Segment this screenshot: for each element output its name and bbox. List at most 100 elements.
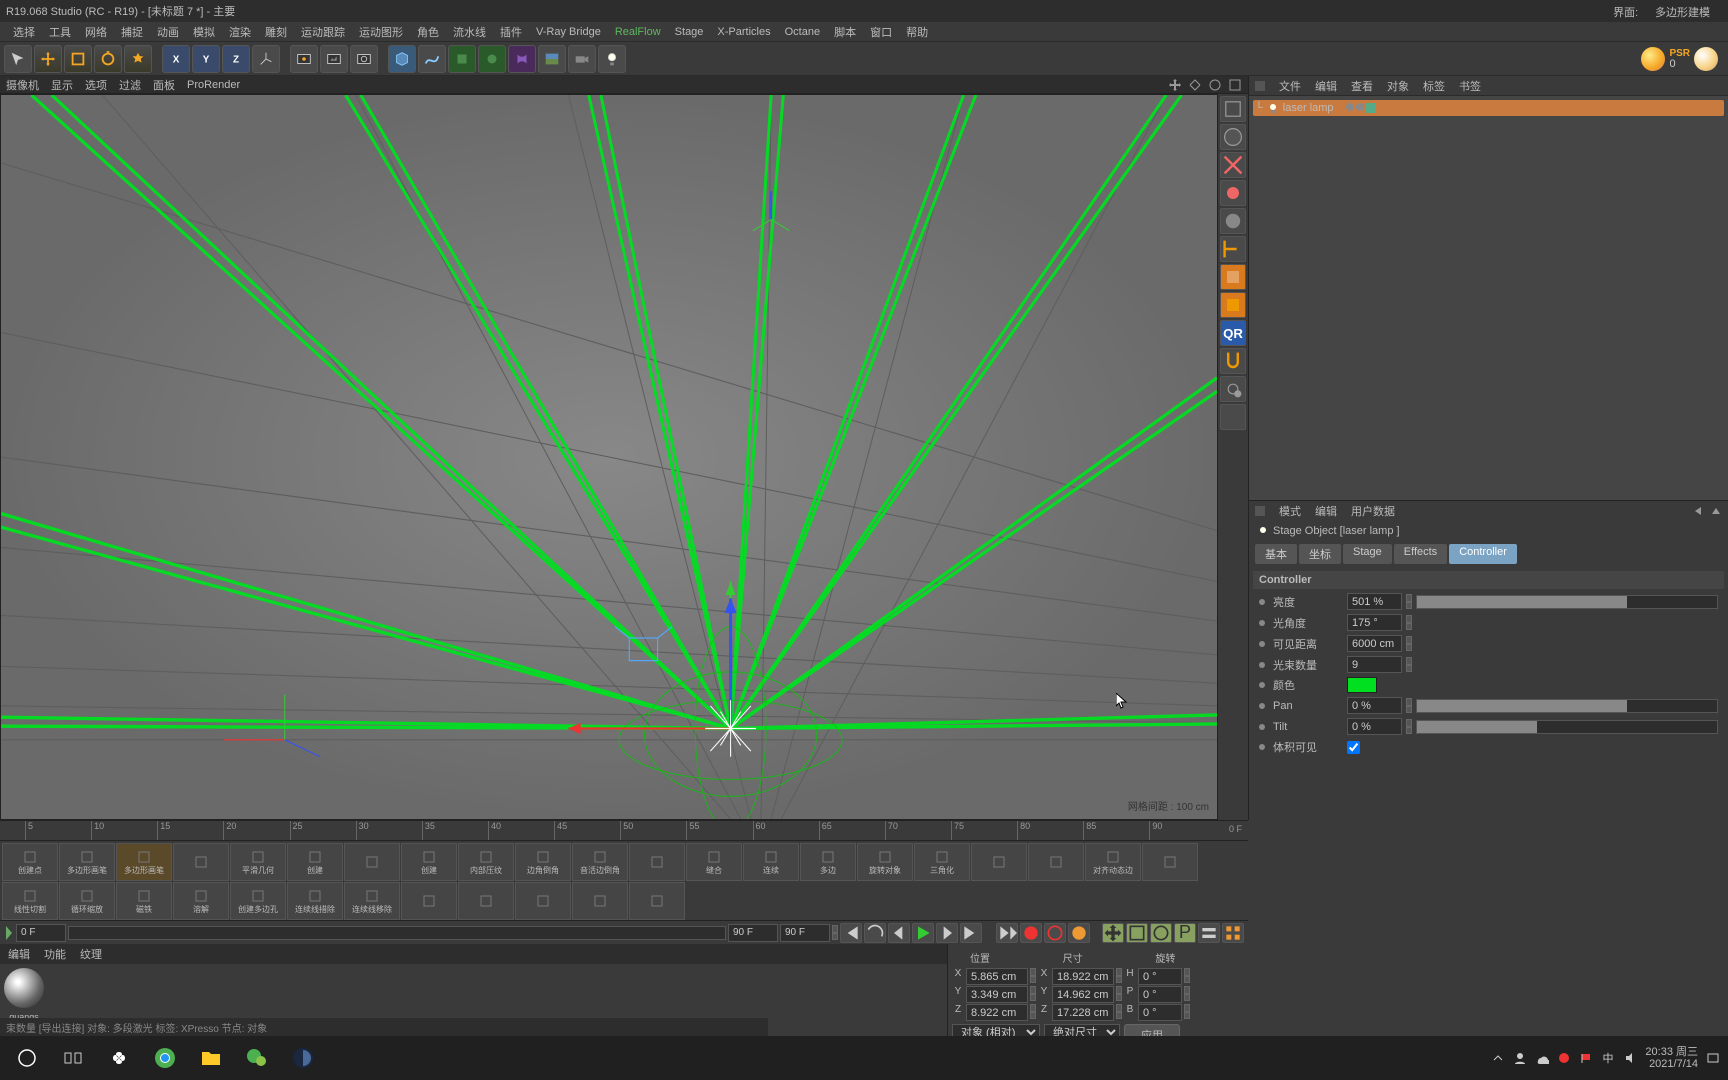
deformer[interactable] — [508, 45, 536, 73]
light[interactable] — [598, 45, 626, 73]
soft-select[interactable] — [1220, 404, 1246, 430]
size-input[interactable] — [1052, 968, 1114, 985]
generator-2[interactable] — [478, 45, 506, 73]
prev-frame-button[interactable] — [888, 923, 910, 943]
vp-move-icon[interactable] — [1168, 78, 1182, 92]
om-menu[interactable]: 编辑 — [1315, 78, 1337, 94]
enable-axis[interactable] — [1220, 292, 1246, 318]
vp-rotate-icon[interactable] — [1208, 78, 1222, 92]
palette-tool[interactable]: 多边形画笔 — [59, 843, 115, 881]
palette-tool[interactable]: 缝合 — [686, 843, 742, 881]
tab-effects[interactable]: Effects — [1394, 544, 1447, 564]
object-tree[interactable]: └ laser lamp — [1249, 96, 1728, 500]
spinner[interactable] — [1406, 719, 1412, 734]
wechat-icon[interactable] — [238, 1039, 276, 1077]
key-move[interactable] — [1102, 923, 1124, 943]
panel-grip-icon[interactable] — [1255, 506, 1265, 516]
menu-item[interactable]: 角色 — [410, 22, 446, 42]
system-clock[interactable]: 20:33 周三 2021/7/14 — [1645, 1046, 1698, 1070]
poly-mode[interactable] — [1220, 236, 1246, 262]
mat-tab[interactable]: 功能 — [44, 946, 66, 962]
key-param[interactable]: P — [1174, 923, 1196, 943]
vp-menu-item[interactable]: ProRender — [187, 79, 240, 91]
vp-menu-item[interactable]: 显示 — [51, 77, 73, 93]
om-menu[interactable]: 书签 — [1459, 78, 1481, 94]
model-mode[interactable] — [1220, 96, 1246, 122]
palette-tool[interactable]: 创建点 — [2, 843, 58, 881]
menu-item[interactable]: 帮助 — [899, 22, 935, 42]
om-menu[interactable]: 对象 — [1387, 78, 1409, 94]
vp-menu-item[interactable]: 面板 — [153, 77, 175, 93]
anim-dot[interactable] — [1259, 620, 1265, 626]
beam-count-input[interactable] — [1347, 656, 1402, 673]
tab-controller[interactable]: Controller — [1449, 544, 1517, 564]
vp-menu-item[interactable]: 选项 — [85, 77, 107, 93]
palette-tool[interactable]: 多边 — [800, 843, 856, 881]
mat-tab[interactable]: 纹理 — [80, 946, 102, 962]
palette-tool[interactable] — [173, 843, 229, 881]
anim-dot[interactable] — [1259, 724, 1265, 730]
palette-tool[interactable]: 连续 — [743, 843, 799, 881]
visibility-dot[interactable] — [1346, 103, 1354, 111]
object-tree-item[interactable]: └ laser lamp — [1253, 100, 1724, 116]
explorer-icon[interactable] — [192, 1039, 230, 1077]
distance-input[interactable] — [1347, 635, 1402, 652]
loop-button[interactable] — [864, 923, 886, 943]
anim-dot[interactable] — [1259, 703, 1265, 709]
key-rotate[interactable] — [1150, 923, 1172, 943]
menu-item[interactable]: 网络 — [78, 22, 114, 42]
rotate-tool[interactable] — [94, 45, 122, 73]
palette-tool[interactable]: 连续线移除 — [344, 882, 400, 920]
record-button[interactable] — [1020, 923, 1042, 943]
chrome-icon[interactable] — [146, 1039, 184, 1077]
spinner[interactable] — [1406, 594, 1412, 609]
last-tool[interactable] — [124, 45, 152, 73]
environment[interactable] — [538, 45, 566, 73]
vp-menu-item[interactable]: 摄像机 — [6, 77, 39, 93]
menu-item[interactable]: 模拟 — [186, 22, 222, 42]
render-picture-viewer[interactable] — [320, 45, 348, 73]
spinner[interactable] — [832, 925, 838, 940]
tab-stage[interactable]: Stage — [1343, 544, 1392, 564]
vp-maximize-icon[interactable] — [1228, 78, 1242, 92]
palette-tool[interactable] — [1142, 843, 1198, 881]
task-view-button[interactable] — [54, 1039, 92, 1077]
menu-item[interactable]: RealFlow — [608, 24, 668, 40]
menu-item[interactable]: 选择 — [6, 22, 42, 42]
rot-input[interactable] — [1138, 986, 1182, 1003]
scale-tool[interactable] — [64, 45, 92, 73]
key-button[interactable] — [1068, 923, 1090, 943]
spinner[interactable] — [1406, 636, 1412, 651]
menu-item[interactable]: Stage — [668, 24, 711, 40]
vp-menu-item[interactable]: 过滤 — [119, 77, 141, 93]
brightness-input[interactable] — [1347, 593, 1402, 610]
tab-basic[interactable]: 基本 — [1255, 544, 1297, 564]
palette-tool[interactable]: 创建 — [401, 843, 457, 881]
tray-ime-icon[interactable]: 中 — [1601, 1051, 1615, 1065]
spline-tool[interactable] — [418, 45, 446, 73]
anim-dot[interactable] — [1259, 744, 1265, 750]
panel-grip-icon[interactable] — [1255, 81, 1265, 91]
pos-input[interactable] — [966, 968, 1028, 985]
palette-tool[interactable]: 边角倒角 — [515, 843, 571, 881]
palette-tool[interactable]: 三角化 — [914, 843, 970, 881]
palette-tool[interactable] — [401, 882, 457, 920]
move-tool[interactable] — [34, 45, 62, 73]
play-button[interactable] — [912, 923, 934, 943]
rot-input[interactable] — [1138, 1004, 1182, 1021]
tab-coord[interactable]: 坐标 — [1299, 544, 1341, 564]
palette-tool[interactable] — [572, 882, 628, 920]
pos-input[interactable] — [966, 986, 1028, 1003]
render-dot[interactable] — [1356, 103, 1364, 111]
palette-tool[interactable]: 旋转对象 — [857, 843, 913, 881]
palette-tool[interactable]: 对齐动态边 — [1085, 843, 1141, 881]
key-pla[interactable] — [1198, 923, 1220, 943]
menu-item[interactable]: 动画 — [150, 22, 186, 42]
camera[interactable] — [568, 45, 596, 73]
key-all[interactable] — [1222, 923, 1244, 943]
scrub-handle-icon[interactable] — [4, 924, 14, 942]
timeline-ruler[interactable]: 51015202530354045505560657075808590 0 F — [0, 820, 1248, 840]
spinner[interactable] — [1184, 1004, 1190, 1019]
volume-visible-checkbox[interactable] — [1347, 741, 1360, 754]
anim-dot[interactable] — [1259, 599, 1265, 605]
